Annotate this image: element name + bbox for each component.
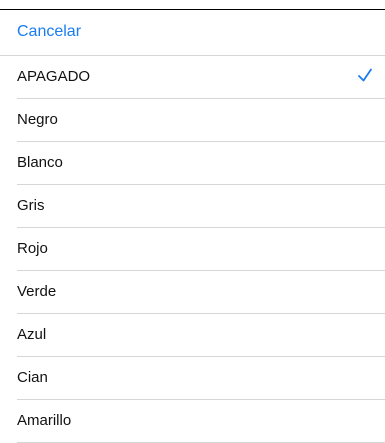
option-item-blanco[interactable]: Blanco xyxy=(0,142,385,185)
option-item-cian[interactable]: Cian xyxy=(0,357,385,400)
cancel-button[interactable]: Cancelar xyxy=(17,22,81,42)
option-label: Azul xyxy=(17,326,47,343)
option-item-apagado[interactable]: APAGADO xyxy=(0,56,385,99)
option-label: Verde xyxy=(17,283,57,300)
cancel-row: Cancelar xyxy=(0,10,385,55)
option-label: APAGADO xyxy=(17,68,91,85)
option-label: Amarillo xyxy=(17,412,72,429)
option-item-gris[interactable]: Gris xyxy=(0,185,385,228)
option-label: Negro xyxy=(17,111,58,128)
option-label: Rojo xyxy=(17,240,48,257)
option-item-negro[interactable]: Negro xyxy=(0,99,385,142)
option-list: APAGADO Negro Blanco Gris Rojo Verde Azu… xyxy=(0,56,385,443)
option-label: Blanco xyxy=(17,154,63,171)
option-item-azul[interactable]: Azul xyxy=(0,314,385,357)
option-item-amarillo[interactable]: Amarillo xyxy=(0,400,385,443)
option-label: Cian xyxy=(17,369,48,386)
option-item-rojo[interactable]: Rojo xyxy=(0,228,385,271)
option-label: Gris xyxy=(17,197,45,214)
option-item-verde[interactable]: Verde xyxy=(0,271,385,314)
checkmark-icon xyxy=(358,68,372,82)
